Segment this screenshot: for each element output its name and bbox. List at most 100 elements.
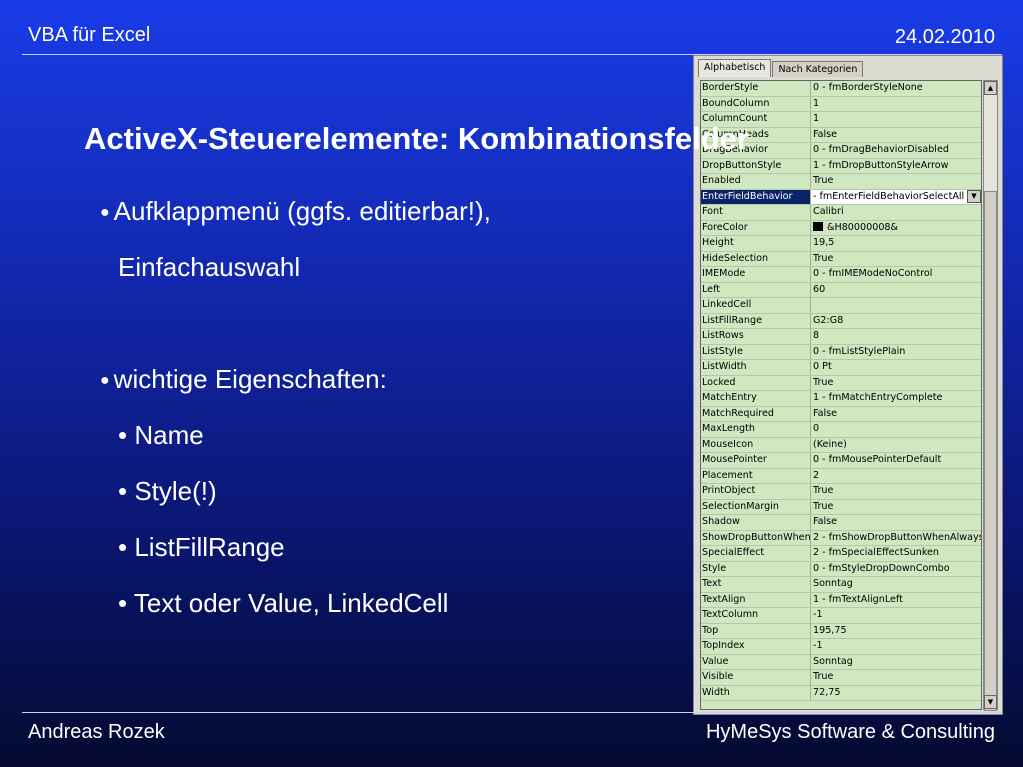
property-value[interactable]: 1 - fmTextAlignLeft (811, 593, 981, 608)
property-name: MouseIcon (701, 437, 811, 452)
property-value[interactable]: True (811, 670, 981, 685)
footer-author: Andreas Rozek (28, 721, 165, 743)
property-row[interactable]: BorderStyle 0 - fmBorderStyleNone (701, 81, 981, 97)
property-row[interactable]: DropButtonStyle 1 - fmDropButtonStyleArro… (701, 158, 981, 174)
property-row[interactable]: Shadow False (701, 515, 981, 531)
tab-nach-kategorien[interactable]: Nach Kategorien (772, 61, 864, 77)
property-value[interactable]: True (811, 252, 981, 267)
property-row[interactable]: Font Calibri (701, 205, 981, 221)
property-row[interactable]: HideSelection True (701, 251, 981, 267)
property-row[interactable]: ForeColor &H80000008& (701, 220, 981, 236)
property-value[interactable]: 0 (811, 422, 981, 437)
property-row[interactable]: ListFillRange G2:G8 (701, 313, 981, 329)
scroll-thumb[interactable] (984, 191, 997, 711)
property-value[interactable]: Sonntag (811, 655, 981, 670)
property-value[interactable]: 72,75 (811, 686, 981, 701)
property-row[interactable]: Visible True (701, 670, 981, 686)
property-row[interactable]: SpecialEffect 2 - fmSpecialEffectSunken (701, 546, 981, 562)
property-value[interactable]: 0 - fmMousePointerDefault (811, 453, 981, 468)
property-row[interactable]: Left 60 (701, 282, 981, 298)
property-row[interactable]: TextColumn -1 (701, 608, 981, 624)
property-value[interactable]: 2 - fmSpecialEffectSunken (811, 546, 981, 561)
property-name: SelectionMargin (701, 499, 811, 514)
property-value[interactable]: (Keine) (811, 438, 981, 453)
property-row[interactable]: ListRows 8 (701, 329, 981, 345)
property-value-text: 0 Pt (813, 361, 832, 372)
property-value[interactable]: 0 - fmIMEModeNoControl (811, 267, 981, 282)
property-row[interactable]: PrintObject True (701, 484, 981, 500)
property-value[interactable]: 8 (811, 329, 981, 344)
property-value[interactable]: 195,75 (811, 624, 981, 639)
property-value[interactable]: False (811, 128, 981, 143)
property-row[interactable]: Top 195,75 (701, 623, 981, 639)
property-value[interactable]: 60 (811, 283, 981, 298)
property-row[interactable]: MatchRequired False (701, 406, 981, 422)
scroll-down-icon[interactable]: ▼ (984, 695, 997, 709)
property-value-text: False (813, 407, 838, 419)
property-row[interactable]: Placement 2 (701, 468, 981, 484)
property-row[interactable]: MousePointer 0 - fmMousePointerDefault (701, 453, 981, 469)
property-row[interactable]: Style 0 - fmStyleDropDownCombo (701, 561, 981, 577)
property-row[interactable]: TopIndex -1 (701, 639, 981, 655)
property-grid: BorderStyle 0 - fmBorderStyleNone BoundCol… (700, 80, 982, 710)
sub-bullet-text-value: • Text oder Value, LinkedCell (118, 588, 449, 618)
property-value[interactable]: 19,5 (811, 236, 981, 251)
scroll-up-icon[interactable]: ▲ (984, 81, 997, 95)
property-row[interactable]: SelectionMargin True (701, 499, 981, 515)
property-row[interactable]: ShowDropButtonWhen 2 - fmShowDropButtonWh… (701, 530, 981, 546)
property-value[interactable]: -1 (811, 608, 981, 623)
property-row[interactable]: MouseIcon (Keine) (701, 437, 981, 453)
property-value[interactable]: True (811, 484, 981, 499)
property-row[interactable]: MaxLength 0 (701, 422, 981, 438)
property-row[interactable]: EnterFieldBehavior - fmEnterFieldBehavio… (701, 189, 981, 205)
header-left-title: VBA für Excel (28, 24, 151, 46)
property-row[interactable]: ListWidth 0 Pt (701, 360, 981, 376)
property-value-text: True (813, 252, 834, 264)
property-value[interactable]: 0 - fmBorderStyleNone (811, 81, 981, 96)
property-value-text: 195,75 (813, 624, 847, 636)
property-value[interactable]: 2 - fmShowDropButtonWhenAlways (811, 531, 981, 546)
property-name: MaxLength (701, 422, 811, 437)
property-value[interactable]: True (811, 174, 981, 189)
property-value[interactable]: 1 (811, 112, 981, 127)
property-value[interactable]: &H80000008& (811, 221, 981, 236)
property-value[interactable]: True (811, 500, 981, 515)
sub-bullet-listfillrange: • ListFillRange (118, 532, 285, 562)
property-row[interactable]: MatchEntry 1 - fmMatchEntryComplete (701, 391, 981, 407)
property-row[interactable]: Width 72,75 (701, 685, 981, 701)
property-value-text: 0 - fmListStylePlain (813, 345, 906, 357)
property-value[interactable]: 0 Pt (811, 360, 981, 375)
property-value[interactable]: True (811, 376, 981, 391)
property-row[interactable]: TextAlign 1 - fmTextAlignLeft (701, 592, 981, 608)
property-value[interactable]: G2:G8 (811, 314, 981, 329)
property-row[interactable]: LinkedCell (701, 298, 981, 314)
property-row[interactable]: Text Sonntag (701, 577, 981, 593)
property-grid-scrollbar[interactable]: ▲ ▼ (983, 80, 998, 711)
property-value[interactable]: - fmEnterFieldBehaviorSelectAll ▼ (811, 189, 981, 204)
property-row[interactable]: IMEMode 0 - fmIMEModeNoControl (701, 267, 981, 283)
property-value[interactable]: 1 (811, 97, 981, 112)
property-value[interactable]: 2 (811, 469, 981, 484)
property-name: Value (701, 654, 811, 669)
property-row[interactable]: BoundColumn 1 (701, 96, 981, 112)
property-value[interactable]: False (811, 407, 981, 422)
tab-alphabetisch[interactable]: Alphabetisch (698, 59, 772, 77)
property-value[interactable]: 0 - fmListStylePlain (811, 345, 981, 360)
property-value[interactable]: 1 - fmDropButtonStyleArrow (811, 159, 981, 174)
property-row[interactable]: Value Sonntag (701, 654, 981, 670)
property-value[interactable]: 0 - fmStyleDropDownCombo (811, 562, 981, 577)
property-value[interactable]: Sonntag (811, 577, 981, 592)
property-value[interactable]: Calibri (811, 205, 981, 220)
property-value[interactable] (811, 298, 981, 313)
header-date: 24.02.2010 (894, 26, 995, 48)
property-row[interactable]: ListStyle 0 - fmListStylePlain (701, 344, 981, 360)
property-value[interactable]: 0 - fmDragBehaviorDisabled (811, 143, 981, 158)
property-row[interactable]: Height 19,5 (701, 236, 981, 252)
property-value[interactable]: False (811, 515, 981, 530)
property-row[interactable]: Enabled True (701, 174, 981, 190)
dropdown-arrow-icon[interactable]: ▼ (967, 189, 981, 203)
property-value-text: 72,75 (813, 686, 841, 698)
property-row[interactable]: Locked True (701, 375, 981, 391)
property-value[interactable]: 1 - fmMatchEntryComplete (811, 391, 981, 406)
property-value[interactable]: -1 (811, 639, 981, 654)
